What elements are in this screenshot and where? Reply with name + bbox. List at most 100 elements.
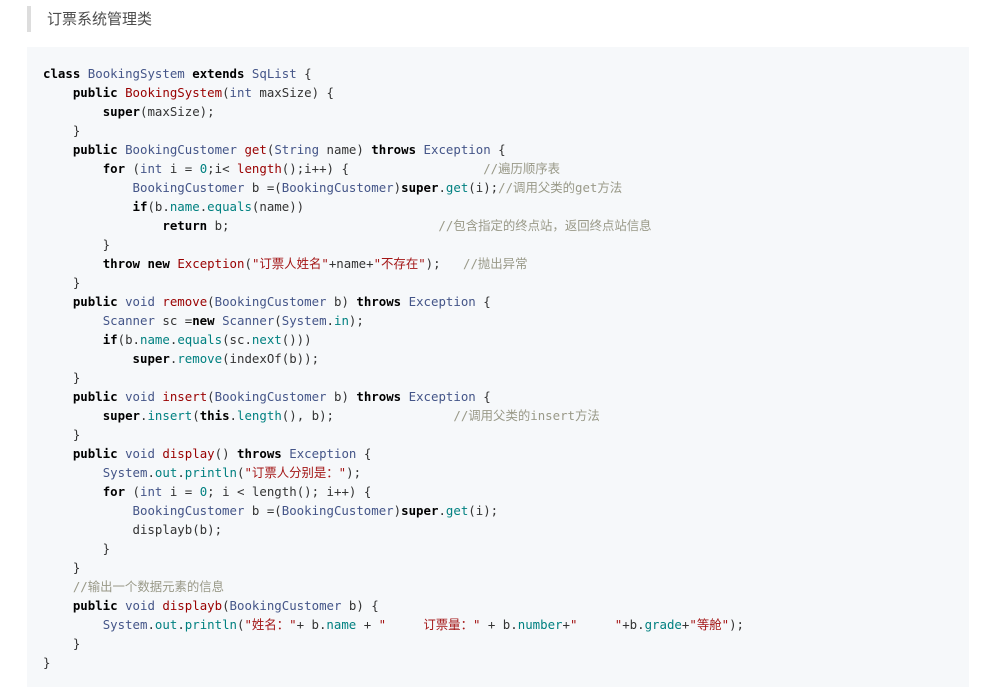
code-line: } xyxy=(43,539,969,558)
code-token: { xyxy=(356,446,372,461)
code-token: displayb xyxy=(162,598,223,613)
code-token: public xyxy=(72,85,118,100)
code-token: BookingCustomer xyxy=(229,598,342,613)
code-token: ())) xyxy=(281,332,312,347)
code-token: name) xyxy=(319,142,372,157)
code-token: { xyxy=(490,142,506,157)
code-token: if xyxy=(102,332,118,347)
code-line: Scanner sc =new Scanner(System.in); xyxy=(43,311,969,330)
code-token: () xyxy=(214,446,237,461)
code-token: ( xyxy=(207,294,215,309)
code-token: + b. xyxy=(296,617,327,632)
code-token: . xyxy=(177,617,185,632)
section-heading: 订票系统管理类 xyxy=(27,6,152,32)
code-token: remove xyxy=(177,351,223,366)
code-token: equals xyxy=(177,332,223,347)
code-token: int xyxy=(229,85,252,100)
code-token: //抛出异常 xyxy=(462,256,528,271)
code-token: ); xyxy=(348,313,364,328)
code-token: for xyxy=(102,161,126,176)
code-token: + xyxy=(356,617,379,632)
code-token: int xyxy=(140,161,163,176)
code-line: return b; //包含指定的终点站，返回终点站信息 xyxy=(43,216,969,235)
code-token: println xyxy=(184,465,237,480)
code-token: throw xyxy=(102,256,140,271)
code-token: class xyxy=(43,66,81,81)
code-token: i = xyxy=(162,161,200,176)
code-line: } xyxy=(43,558,969,577)
code-token: System xyxy=(281,313,327,328)
code-token: ) xyxy=(393,503,402,518)
code-token: if xyxy=(132,199,148,214)
code-token: (maxSize); xyxy=(140,104,215,119)
code-token: "订票人姓名" xyxy=(251,256,329,271)
code-token: (i); xyxy=(468,503,499,518)
code-line: for (int i = 0;i< length();i++) { //遍历顺序… xyxy=(43,159,969,178)
code-token: BookingSystem xyxy=(87,66,185,81)
code-token: ();i++) { xyxy=(281,161,484,176)
code-line: class BookingSystem extends SqList { xyxy=(43,64,969,83)
code-token: + xyxy=(562,617,570,632)
code-token: Scanner xyxy=(222,313,275,328)
code-token: b) xyxy=(326,389,357,404)
code-token: { xyxy=(296,66,312,81)
code-token: return xyxy=(162,218,208,233)
code-token: } xyxy=(43,370,81,385)
code-line: for (int i = 0; i < length(); i++) { xyxy=(43,482,969,501)
code-line: displayb(b); xyxy=(43,520,969,539)
code-token: b) { xyxy=(341,598,379,613)
code-token: super xyxy=(102,104,140,119)
code-token: int xyxy=(140,484,163,499)
code-token: } xyxy=(43,636,81,651)
code-line: } xyxy=(43,273,969,292)
code-token: . xyxy=(147,617,155,632)
code-token: { xyxy=(475,389,491,404)
code-token: String xyxy=(274,142,320,157)
code-token: (indexOf(b)); xyxy=(222,351,320,366)
code-token: i = xyxy=(162,484,200,499)
code-token: System xyxy=(102,465,148,480)
code-token: " 订票量：" xyxy=(378,617,481,632)
code-token: //调用父类的insert方法 xyxy=(453,408,600,423)
code-token: void xyxy=(125,389,155,404)
code-token: BookingCustomer xyxy=(214,294,327,309)
code-token: println xyxy=(184,617,237,632)
code-token: out xyxy=(154,465,178,480)
code-token: BookingCustomer xyxy=(132,180,245,195)
code-token: void xyxy=(125,598,155,613)
code-line: //输出一个数据元素的信息 xyxy=(43,577,969,596)
code-token: +b. xyxy=(622,617,645,632)
code-token: public xyxy=(72,446,118,461)
code-token: } xyxy=(43,541,111,556)
code-token: ( xyxy=(244,256,252,271)
code-token: remove xyxy=(162,294,208,309)
code-token: . xyxy=(326,313,334,328)
code-line: public BookingCustomer get(String name) … xyxy=(43,140,969,159)
code-token: (), b); xyxy=(281,408,454,423)
code-token: . xyxy=(438,180,446,195)
code-token: } xyxy=(43,237,111,252)
code-token: (i); xyxy=(468,180,499,195)
code-token: maxSize) { xyxy=(251,85,334,100)
code-token: //输出一个数据元素的信息 xyxy=(72,579,225,594)
code-token: } xyxy=(43,123,81,138)
code-line: } xyxy=(43,425,969,444)
code-token: in xyxy=(334,313,349,328)
code-token: (b. xyxy=(117,332,140,347)
